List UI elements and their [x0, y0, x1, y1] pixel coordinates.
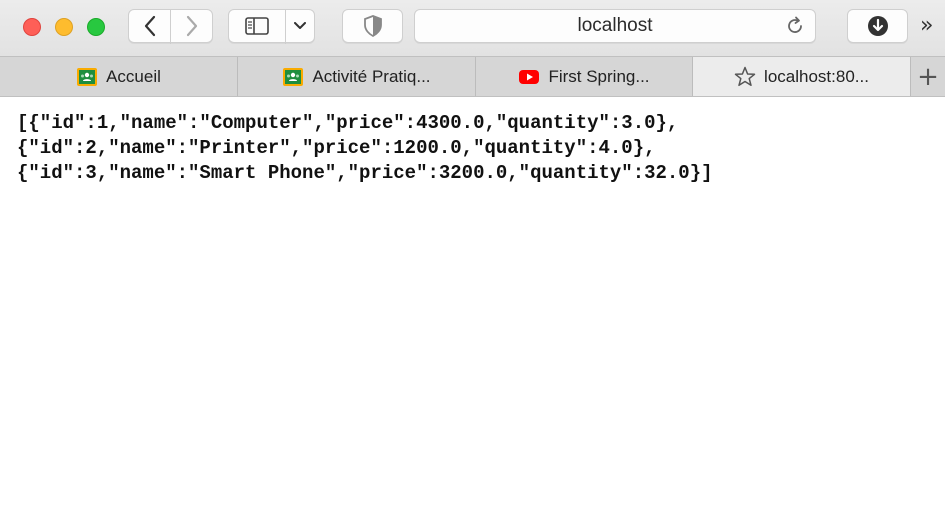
reload-icon[interactable]: [785, 16, 805, 36]
tab-accueil[interactable]: Accueil: [0, 57, 238, 96]
tab-label: Activité Pratiq...: [312, 66, 431, 86]
minimize-window-button[interactable]: [55, 18, 73, 36]
close-window-button[interactable]: [23, 18, 41, 36]
json-line: {"id":3,"name":"Smart Phone","price":320…: [17, 162, 713, 184]
url-text: localhost: [577, 15, 653, 36]
download-icon: [867, 16, 888, 36]
json-line: {"id":2,"name":"Printer","price":1200.0,…: [17, 137, 656, 159]
sidebar-icon: [245, 17, 269, 35]
back-button[interactable]: [128, 9, 171, 43]
tab-label: localhost:80...: [764, 66, 869, 86]
browser-toolbar: localhost »: [0, 0, 945, 56]
chevron-down-icon: [294, 22, 306, 29]
sidebar-menu-button[interactable]: [285, 9, 315, 43]
tab-first-spring[interactable]: First Spring...: [476, 57, 693, 96]
chevron-left-icon: [144, 15, 155, 37]
maximize-window-button[interactable]: [87, 18, 105, 36]
page-content: [{"id":1,"name":"Computer","price":4300.…: [0, 97, 945, 512]
downloads-button[interactable]: [847, 9, 908, 43]
tab-label: First Spring...: [548, 66, 650, 86]
tab-activite-pratique[interactable]: Activité Pratiq...: [238, 57, 476, 96]
tab-localhost[interactable]: localhost:80...: [693, 57, 911, 96]
forward-button[interactable]: [170, 9, 213, 43]
privacy-report-button[interactable]: [342, 9, 403, 43]
star-icon: [734, 66, 756, 86]
shield-icon: [363, 15, 382, 37]
toolbar-overflow-icon[interactable]: »: [920, 13, 944, 41]
sidebar-toggle-button[interactable]: [228, 9, 286, 43]
new-tab-button[interactable]: +: [911, 57, 945, 96]
chevron-right-icon: [186, 15, 197, 37]
google-classroom-icon: [77, 67, 98, 86]
tab-label: Accueil: [106, 66, 161, 86]
address-bar[interactable]: localhost: [414, 9, 816, 43]
tab-bar: Accueil Activité Pratiq... First Spring.…: [0, 56, 945, 97]
google-classroom-icon: [283, 67, 304, 86]
json-line: [{"id":1,"name":"Computer","price":4300.…: [17, 112, 679, 134]
plus-icon: +: [917, 61, 939, 92]
youtube-icon: [519, 69, 540, 84]
